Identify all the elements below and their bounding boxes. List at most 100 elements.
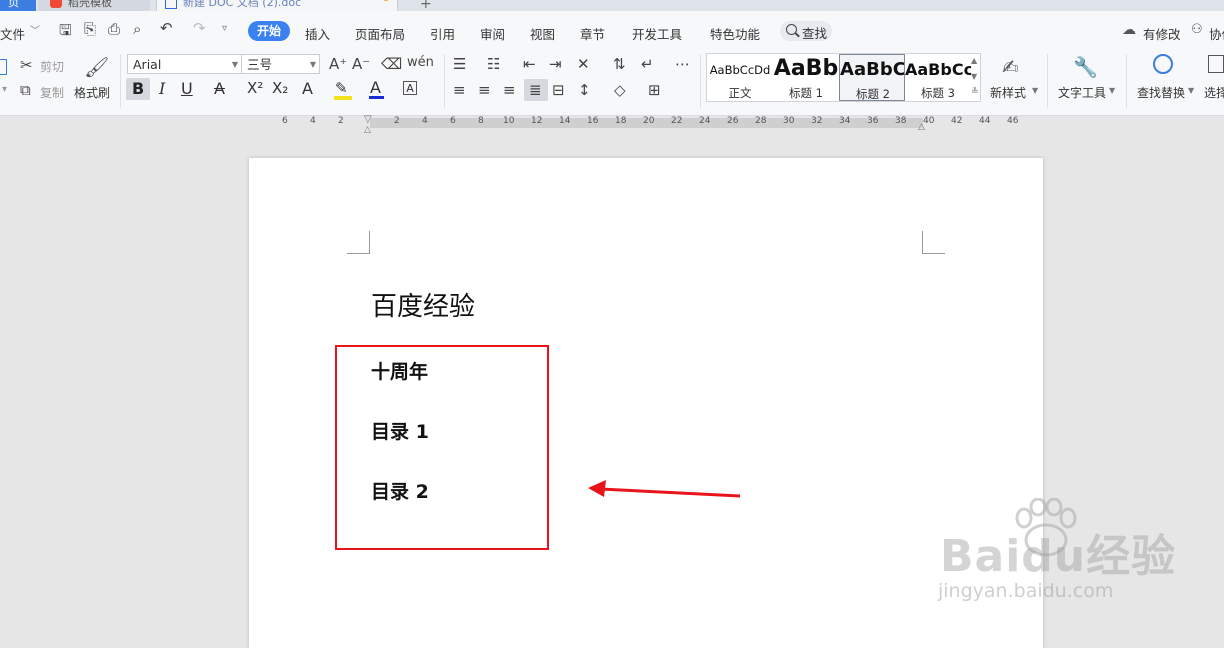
ruler-tick-label: 14 [559,116,571,126]
redo-icon[interactable]: ↷ [193,19,206,37]
ribbon-separator [1126,54,1127,108]
shrink-font-icon[interactable]: A⁻ [352,55,370,73]
gallery-more-icon[interactable]: ≚ [971,87,979,97]
style-sample: AaBbC [840,59,905,80]
phonetic-icon[interactable]: wén [407,55,434,70]
search-label: 查找 [802,26,828,41]
chevron-down-icon: ▼ [231,60,238,69]
text-effect-button[interactable]: A [302,79,313,98]
line-spacing-icon[interactable]: ↕ [578,81,591,99]
chinese-layout-icon[interactable]: ✕ [577,55,590,73]
menu-bar [0,11,1224,50]
print-preview-icon[interactable]: ⌕ [133,20,141,38]
grow-font-icon[interactable]: A⁺ [329,55,347,73]
align-right-icon[interactable]: ≡ [503,81,516,99]
justify-icon[interactable]: ≣ [529,81,542,99]
undo-icon[interactable]: ↶ [160,19,173,37]
export-icon[interactable]: ⎘ [84,20,96,38]
style-normal[interactable]: AaBbCcDd 正文 [707,54,773,101]
font-name-value: Arial [133,57,162,72]
menu-collaborate[interactable]: 协作 [1209,24,1224,43]
chevron-down-icon: ▼ [309,60,316,69]
menu-insert[interactable]: 插入 [305,24,330,43]
distribute-icon[interactable]: ⊟ [552,81,565,99]
crop-mark-top-left [347,231,370,254]
document-title[interactable]: 百度经验 [371,286,475,323]
customize-toolbar-icon[interactable]: ▿ [222,23,227,34]
style-sample: AaBbCcDd [709,63,771,77]
print-icon[interactable]: ⎙ [108,20,120,38]
document-icon [165,0,177,9]
style-heading-1[interactable]: AaBb 标题 1 [773,54,839,101]
clear-format-icon[interactable]: ⌫ [381,55,402,73]
underline-button[interactable]: U [181,79,193,98]
menu-review[interactable]: 审阅 [480,24,505,43]
highlight-icon[interactable]: ✎ [335,79,348,97]
menu-start[interactable]: 开始 [248,21,290,41]
menu-file[interactable]: 文件 [0,24,25,43]
ruler-tick-label: 22 [671,116,683,126]
bullet-list-icon[interactable]: ☰ [453,55,466,73]
numbered-list-icon[interactable]: ☷ [487,55,500,73]
gallery-up-icon[interactable]: ▲ [971,56,977,65]
ruler-tick-label: 38 [895,116,907,126]
tab-document[interactable]: 新建 DOC 文档 (2).doc [156,0,398,11]
font-size-combo[interactable]: 三号 ▼ [241,54,320,74]
sort-icon[interactable]: ⇅ [613,55,626,73]
ribbon-separator [444,54,445,108]
superscript-button[interactable]: X² [247,79,263,97]
new-tab-button[interactable]: + [420,0,432,11]
search-button[interactable]: 查找 [780,21,832,41]
char-border-button[interactable]: A [403,81,417,95]
copy-button[interactable]: 复制 [40,84,64,101]
menu-developer[interactable]: 开发工具 [632,24,682,43]
docer-icon [50,0,62,8]
save-icon[interactable]: 🖫 [59,20,72,45]
borders-icon[interactable]: ⊞ [648,81,661,99]
ruler-tick-label: 36 [867,116,879,126]
increase-indent-icon[interactable]: ⇥ [549,55,562,73]
style-sample: AaBbCc [905,60,971,79]
text-tools-button[interactable]: 文字工具 [1058,84,1106,101]
show-marks-icon[interactable]: ↵ [641,55,654,73]
table-of-contents-icon[interactable]: ⋯ [675,55,690,73]
italic-button[interactable]: I [159,79,165,98]
menu-references[interactable]: 引用 [430,24,455,43]
chevron-down-icon[interactable]: ﹀ [30,22,40,37]
paste-icon[interactable] [0,59,7,75]
ruler-tick-label: 32 [811,116,823,126]
left-indent-marker[interactable]: △ [364,125,371,135]
font-color-button[interactable]: A [370,78,381,97]
gallery-down-icon[interactable]: ▼ [971,72,977,81]
find-replace-button[interactable]: 查找替换 [1137,84,1185,101]
new-style-button[interactable]: 新样式 [990,84,1026,101]
bold-button[interactable]: B [132,79,144,98]
right-indent-marker[interactable]: △ [918,122,925,132]
tab-template[interactable]: 稻壳模板 [38,0,150,11]
menu-page-layout[interactable]: 页面布局 [355,24,405,43]
align-center-icon[interactable]: ≡ [478,81,491,99]
menu-changes[interactable]: 有修改 [1143,24,1181,43]
first-line-indent-marker[interactable]: ▽ [364,114,372,125]
strikethrough-button[interactable]: A [214,79,225,98]
unsaved-dot-icon [383,0,389,1]
tab-home[interactable]: 页 [0,0,36,11]
menu-view[interactable]: 视图 [530,24,555,43]
select-button[interactable]: 选择 [1204,84,1224,101]
decrease-indent-icon[interactable]: ⇤ [523,55,536,73]
menu-special[interactable]: 特色功能 [710,24,760,43]
scissors-icon: ✂ [20,56,33,74]
style-heading-3[interactable]: AaBbCc 标题 3 [905,54,971,101]
cut-button[interactable]: 剪切 [40,58,64,75]
paste-dropdown-icon[interactable]: ▾ [2,84,7,95]
search-icon [786,24,797,35]
menu-section[interactable]: 章节 [580,24,605,43]
font-name-combo[interactable]: Arial ▼ [127,54,242,74]
style-heading-2[interactable]: AaBbC 标题 2 [839,54,905,101]
subscript-button[interactable]: X₂ [272,79,288,97]
shading-icon[interactable]: ◇ [614,81,626,99]
style-name: 标题 2 [856,87,890,101]
align-left-icon[interactable]: ≡ [453,81,466,99]
format-painter-button[interactable]: 格式刷 [74,84,110,101]
font-size-value: 三号 [247,57,273,72]
